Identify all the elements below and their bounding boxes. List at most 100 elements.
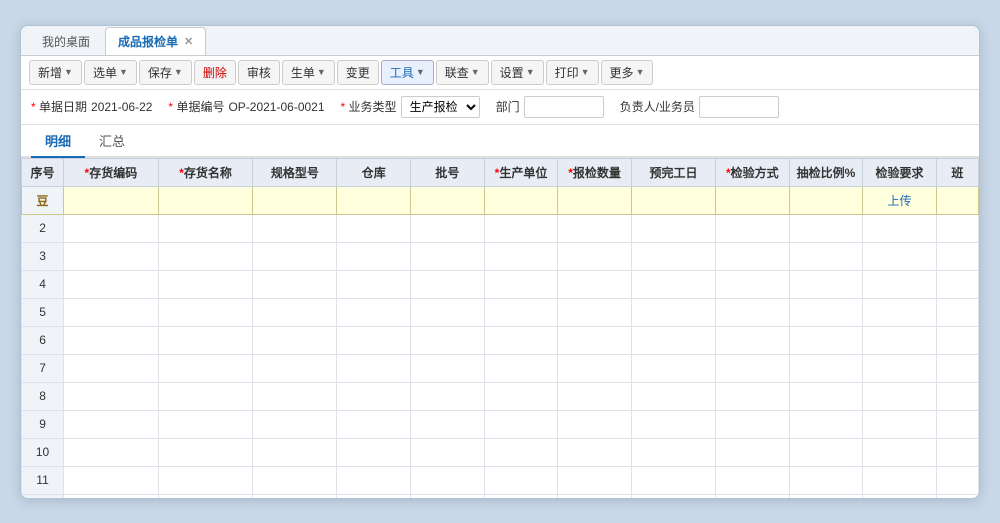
cell-spec[interactable] (253, 242, 337, 270)
cell-inspreq[interactable] (863, 494, 937, 498)
cell-sampleratio[interactable] (789, 214, 863, 242)
cell-spec[interactable] (253, 438, 337, 466)
cell-batch[interactable] (411, 214, 485, 242)
cell-sampleratio[interactable] (789, 382, 863, 410)
cell-inspreq[interactable]: 上传 (863, 186, 937, 214)
cell-spec[interactable] (253, 298, 337, 326)
cell-itemname[interactable] (158, 354, 253, 382)
cell-produnit[interactable] (484, 438, 558, 466)
cell-batch[interactable] (411, 438, 485, 466)
cell-sampleratio[interactable] (789, 242, 863, 270)
save-button[interactable]: 保存 ▼ (139, 60, 192, 85)
subtab-detail[interactable]: 明细 (31, 125, 85, 158)
cell-itemcode[interactable] (64, 326, 159, 354)
cell-spec[interactable] (253, 410, 337, 438)
cell-qty[interactable] (558, 242, 632, 270)
cell-sampleratio[interactable] (789, 186, 863, 214)
cell-itemname[interactable] (158, 438, 253, 466)
cell-itemcode[interactable] (64, 466, 159, 494)
change-button[interactable]: 变更 (337, 60, 379, 85)
cell-estdate[interactable] (631, 494, 715, 498)
cell-warehouse[interactable] (337, 242, 411, 270)
cell-itemcode[interactable] (64, 410, 159, 438)
cell-warehouse[interactable] (337, 270, 411, 298)
cell-inspmethod[interactable] (716, 214, 790, 242)
cell-batch[interactable] (411, 326, 485, 354)
cell-qty[interactable] (558, 214, 632, 242)
cell-shift[interactable] (936, 438, 978, 466)
cell-estdate[interactable] (631, 270, 715, 298)
cell-batch[interactable] (411, 186, 485, 214)
cell-shift[interactable] (936, 242, 978, 270)
cell-batch[interactable] (411, 242, 485, 270)
new-button[interactable]: 新增 ▼ (29, 60, 82, 85)
cell-estdate[interactable] (631, 298, 715, 326)
cell-sampleratio[interactable] (789, 326, 863, 354)
cell-sampleratio[interactable] (789, 298, 863, 326)
cell-warehouse[interactable] (337, 214, 411, 242)
cell-inspmethod[interactable] (716, 242, 790, 270)
cell-inspreq[interactable] (863, 298, 937, 326)
cell-qty[interactable] (558, 382, 632, 410)
cell-spec[interactable] (253, 354, 337, 382)
cell-sampleratio[interactable] (789, 410, 863, 438)
cell-produnit[interactable] (484, 214, 558, 242)
cell-produnit[interactable] (484, 186, 558, 214)
cell-itemname[interactable] (158, 466, 253, 494)
cell-spec[interactable] (253, 382, 337, 410)
cell-itemname[interactable] (158, 242, 253, 270)
cell-inspmethod[interactable] (716, 186, 790, 214)
cell-qty[interactable] (558, 186, 632, 214)
cell-itemcode[interactable] (64, 298, 159, 326)
cell-itemcode[interactable] (64, 242, 159, 270)
cell-inspmethod[interactable] (716, 382, 790, 410)
cell-estdate[interactable] (631, 186, 715, 214)
delete-button[interactable]: 删除 (194, 60, 236, 85)
print-button[interactable]: 打印 ▼ (546, 60, 599, 85)
cell-inspreq[interactable] (863, 438, 937, 466)
tools-button[interactable]: 工具 ▼ (381, 60, 434, 85)
cell-itemname[interactable] (158, 410, 253, 438)
cell-produnit[interactable] (484, 354, 558, 382)
cell-itemname[interactable] (158, 382, 253, 410)
cell-shift[interactable] (936, 186, 978, 214)
cell-sampleratio[interactable] (789, 494, 863, 498)
cell-warehouse[interactable] (337, 494, 411, 498)
cell-itemname[interactable] (158, 214, 253, 242)
cell-itemcode[interactable] (64, 438, 159, 466)
cell-warehouse[interactable] (337, 186, 411, 214)
cell-shift[interactable] (936, 214, 978, 242)
cell-inspmethod[interactable] (716, 494, 790, 498)
cell-batch[interactable] (411, 494, 485, 498)
cell-qty[interactable] (558, 466, 632, 494)
cell-itemcode[interactable] (64, 382, 159, 410)
cell-inspmethod[interactable] (716, 466, 790, 494)
cell-estdate[interactable] (631, 382, 715, 410)
cell-shift[interactable] (936, 298, 978, 326)
cell-estdate[interactable] (631, 242, 715, 270)
cell-batch[interactable] (411, 382, 485, 410)
cell-itemcode[interactable] (64, 214, 159, 242)
cell-itemname[interactable] (158, 298, 253, 326)
cell-spec[interactable] (253, 186, 337, 214)
cell-shift[interactable] (936, 382, 978, 410)
cell-produnit[interactable] (484, 410, 558, 438)
cell-warehouse[interactable] (337, 438, 411, 466)
tab-report[interactable]: 成品报检单 ✕ (105, 27, 206, 55)
cell-produnit[interactable] (484, 270, 558, 298)
cell-produnit[interactable] (484, 298, 558, 326)
cell-itemname[interactable] (158, 270, 253, 298)
cell-shift[interactable] (936, 494, 978, 498)
more-button[interactable]: 更多 ▼ (601, 60, 654, 85)
cell-inspmethod[interactable] (716, 354, 790, 382)
cell-sampleratio[interactable] (789, 466, 863, 494)
cell-shift[interactable] (936, 326, 978, 354)
cell-qty[interactable] (558, 410, 632, 438)
dept-input[interactable] (524, 96, 604, 118)
cell-spec[interactable] (253, 214, 337, 242)
cell-batch[interactable] (411, 354, 485, 382)
cell-inspmethod[interactable] (716, 438, 790, 466)
audit-button[interactable]: 审核 (238, 60, 280, 85)
cell-itemcode[interactable] (64, 354, 159, 382)
cell-sampleratio[interactable] (789, 354, 863, 382)
